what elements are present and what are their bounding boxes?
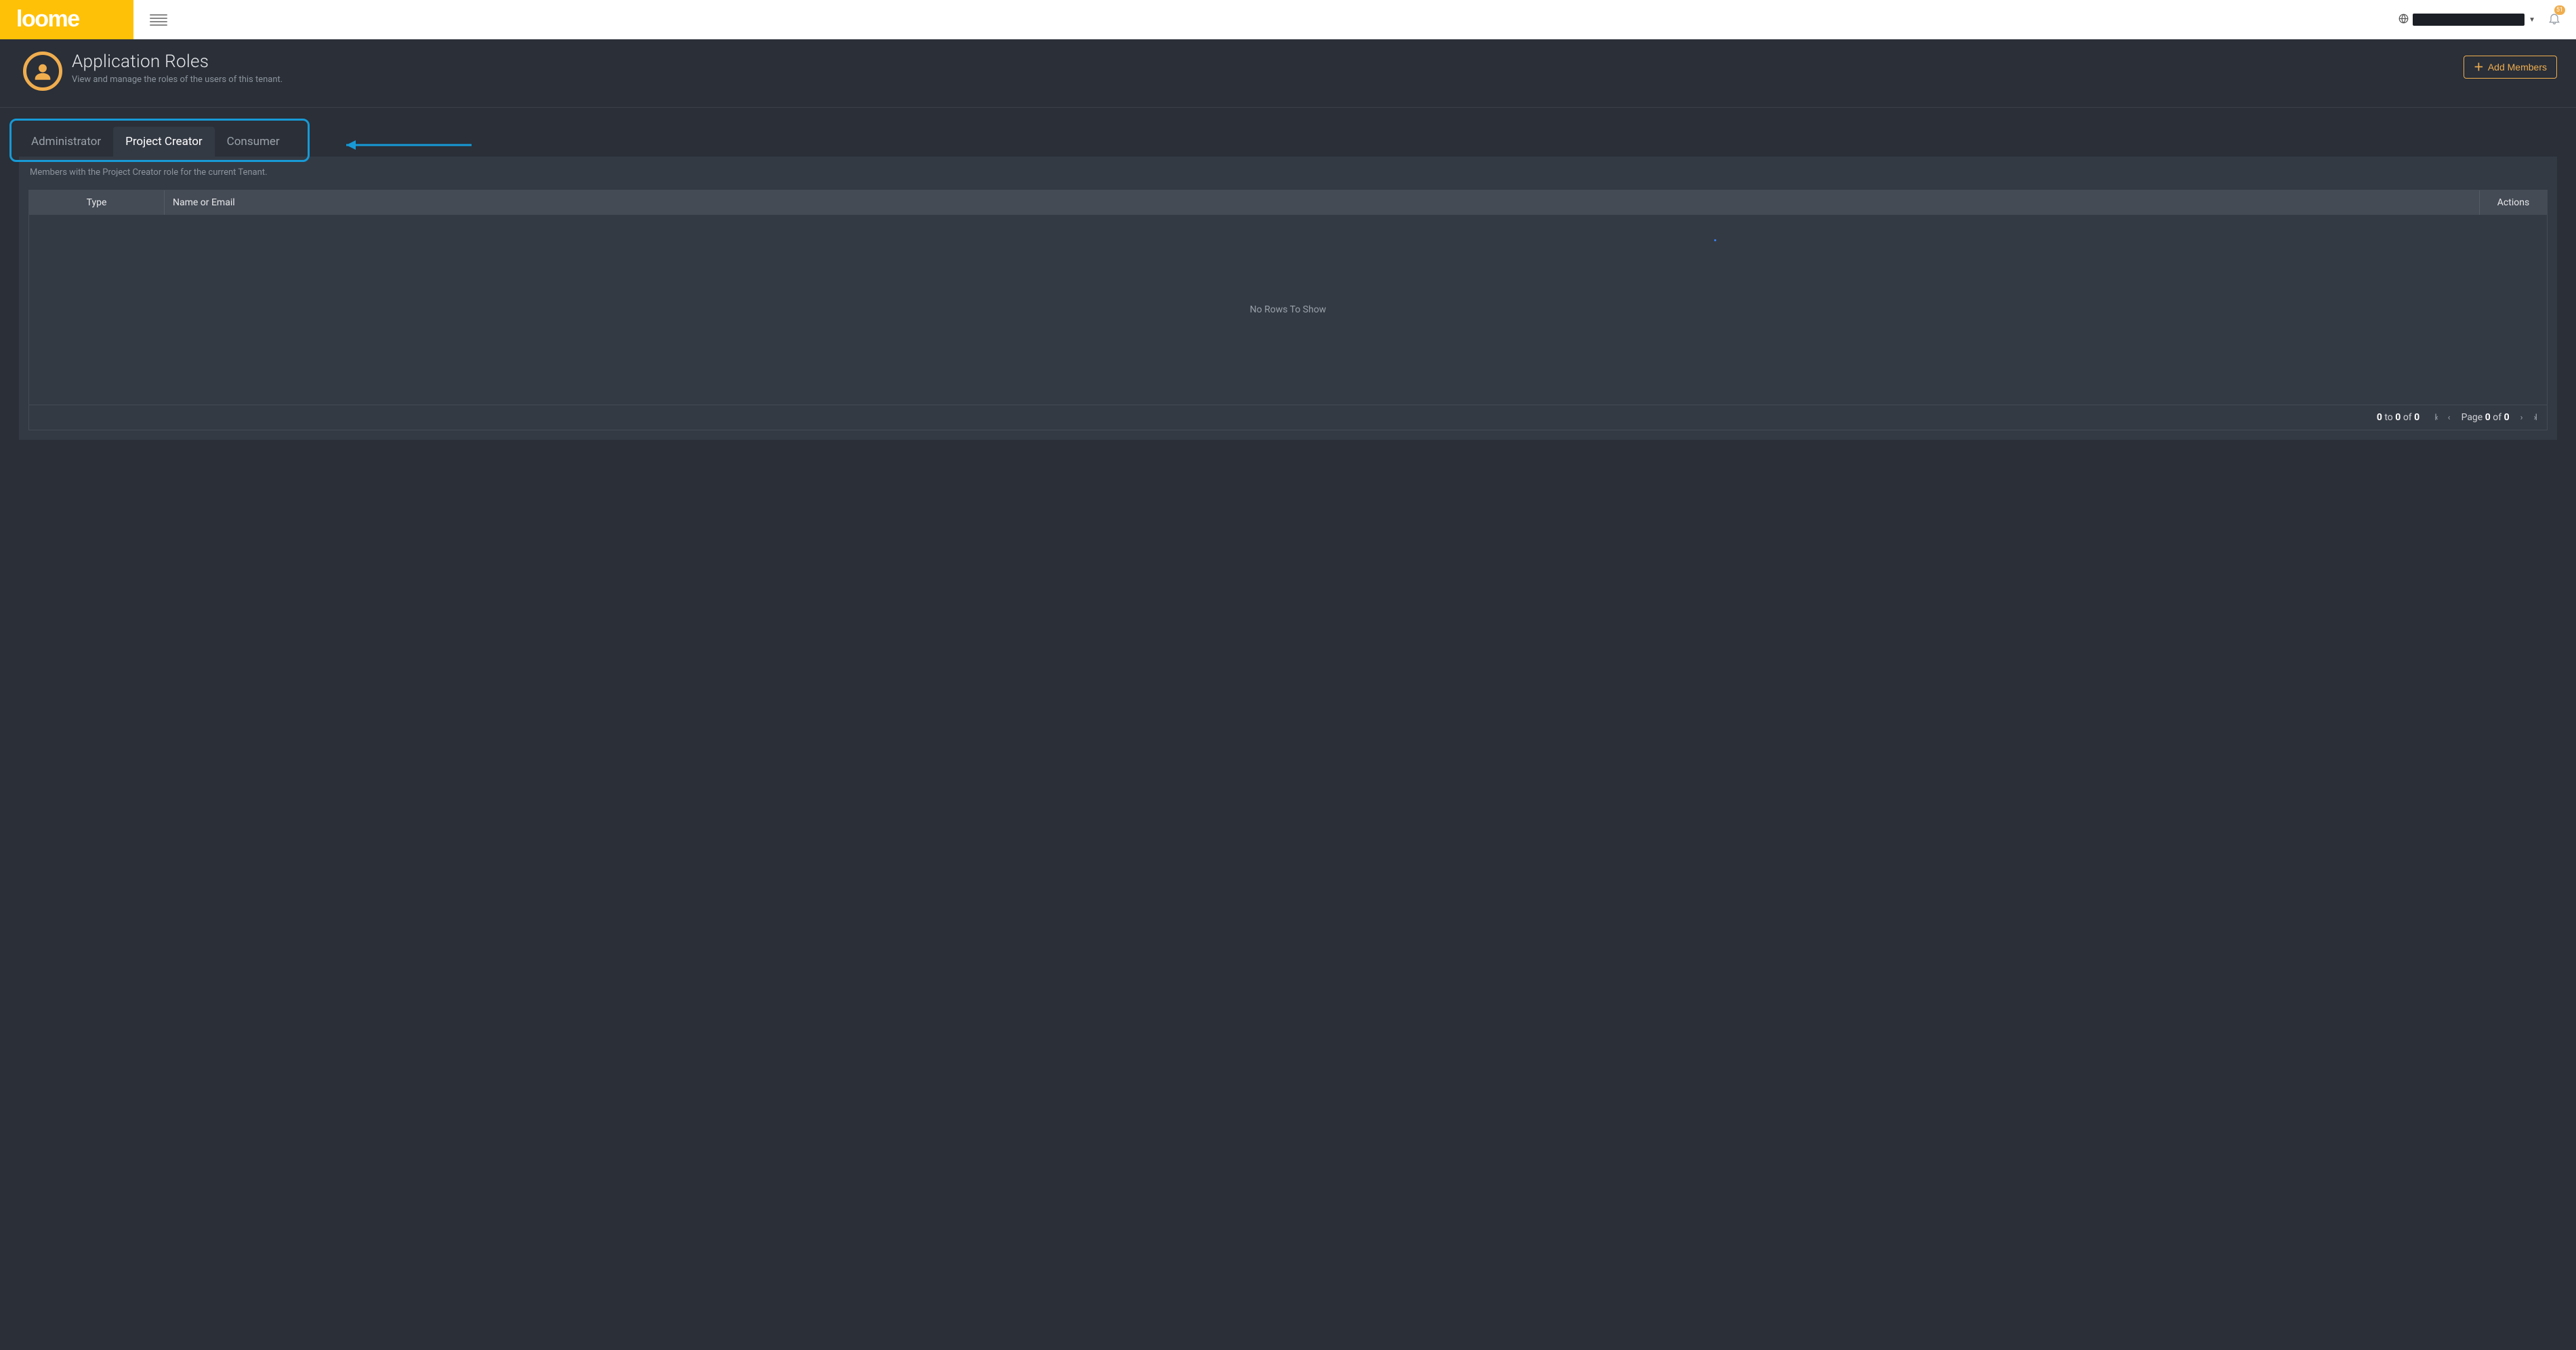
tab-consumer[interactable]: Consumer xyxy=(215,127,292,157)
user-role-icon xyxy=(23,52,62,91)
brand-logo[interactable]: loome xyxy=(0,0,133,39)
pager-next[interactable]: › xyxy=(2520,413,2523,423)
add-members-button[interactable]: ＋ Add Members xyxy=(2464,56,2557,79)
row-range-label: 0 to 0 of 0 xyxy=(2377,412,2419,423)
tabs-row: Administrator Project Creator Consumer xyxy=(0,108,2576,157)
topbar-left xyxy=(133,0,167,39)
panel-description: Members with the Project Creator role fo… xyxy=(30,167,2548,178)
topbar: loome ▼ 51 xyxy=(0,0,2576,39)
column-header-name[interactable]: Name or Email xyxy=(165,190,2479,215)
page-subtitle: View and manage the roles of the users o… xyxy=(72,75,2464,85)
members-grid: Type Name or Email Actions No Rows To Sh… xyxy=(28,190,2548,430)
plus-icon: ＋ xyxy=(2474,62,2484,73)
pager-last[interactable]: ›I xyxy=(2534,413,2536,423)
pager: I‹ ‹ Page 0 of 0 › ›I xyxy=(2434,412,2536,423)
tab-project-creator[interactable]: Project Creator xyxy=(113,127,215,157)
column-header-actions[interactable]: Actions xyxy=(2479,190,2547,215)
bell-icon xyxy=(2548,18,2561,28)
page-title: Application Roles xyxy=(72,52,2464,72)
grid-body: No Rows To Show xyxy=(29,215,2547,405)
tab-administrator[interactable]: Administrator xyxy=(19,127,113,157)
pager-first[interactable]: I‹ xyxy=(2434,413,2436,423)
notifications-button[interactable]: 51 xyxy=(2548,11,2561,28)
notification-badge: 51 xyxy=(2554,5,2565,15)
tenant-name-redacted xyxy=(2413,14,2525,26)
role-tabs: Administrator Project Creator Consumer xyxy=(19,127,292,157)
pager-prev[interactable]: ‹ xyxy=(2448,413,2451,423)
members-panel: Members with the Project Creator role fo… xyxy=(19,157,2557,440)
add-members-label: Add Members xyxy=(2488,62,2547,73)
globe-icon xyxy=(2398,14,2409,26)
menu-icon[interactable] xyxy=(150,14,167,26)
topbar-right: ▼ 51 xyxy=(2398,0,2576,39)
page-header: Application Roles View and manage the ro… xyxy=(0,39,2576,108)
annotation-arrow xyxy=(333,138,475,155)
page-label: Page 0 of 0 xyxy=(2461,412,2510,423)
loading-dot xyxy=(1714,239,1716,241)
svg-text:loome: loome xyxy=(16,6,79,32)
caret-down-icon: ▼ xyxy=(2529,16,2535,24)
tenant-selector[interactable]: ▼ xyxy=(2398,14,2535,26)
grid-header: Type Name or Email Actions xyxy=(29,190,2547,215)
grid-footer: 0 to 0 of 0 I‹ ‹ Page 0 of 0 › › xyxy=(29,405,2547,430)
grid-empty-text: No Rows To Show xyxy=(1250,304,1327,315)
column-header-type[interactable]: Type xyxy=(29,190,165,215)
